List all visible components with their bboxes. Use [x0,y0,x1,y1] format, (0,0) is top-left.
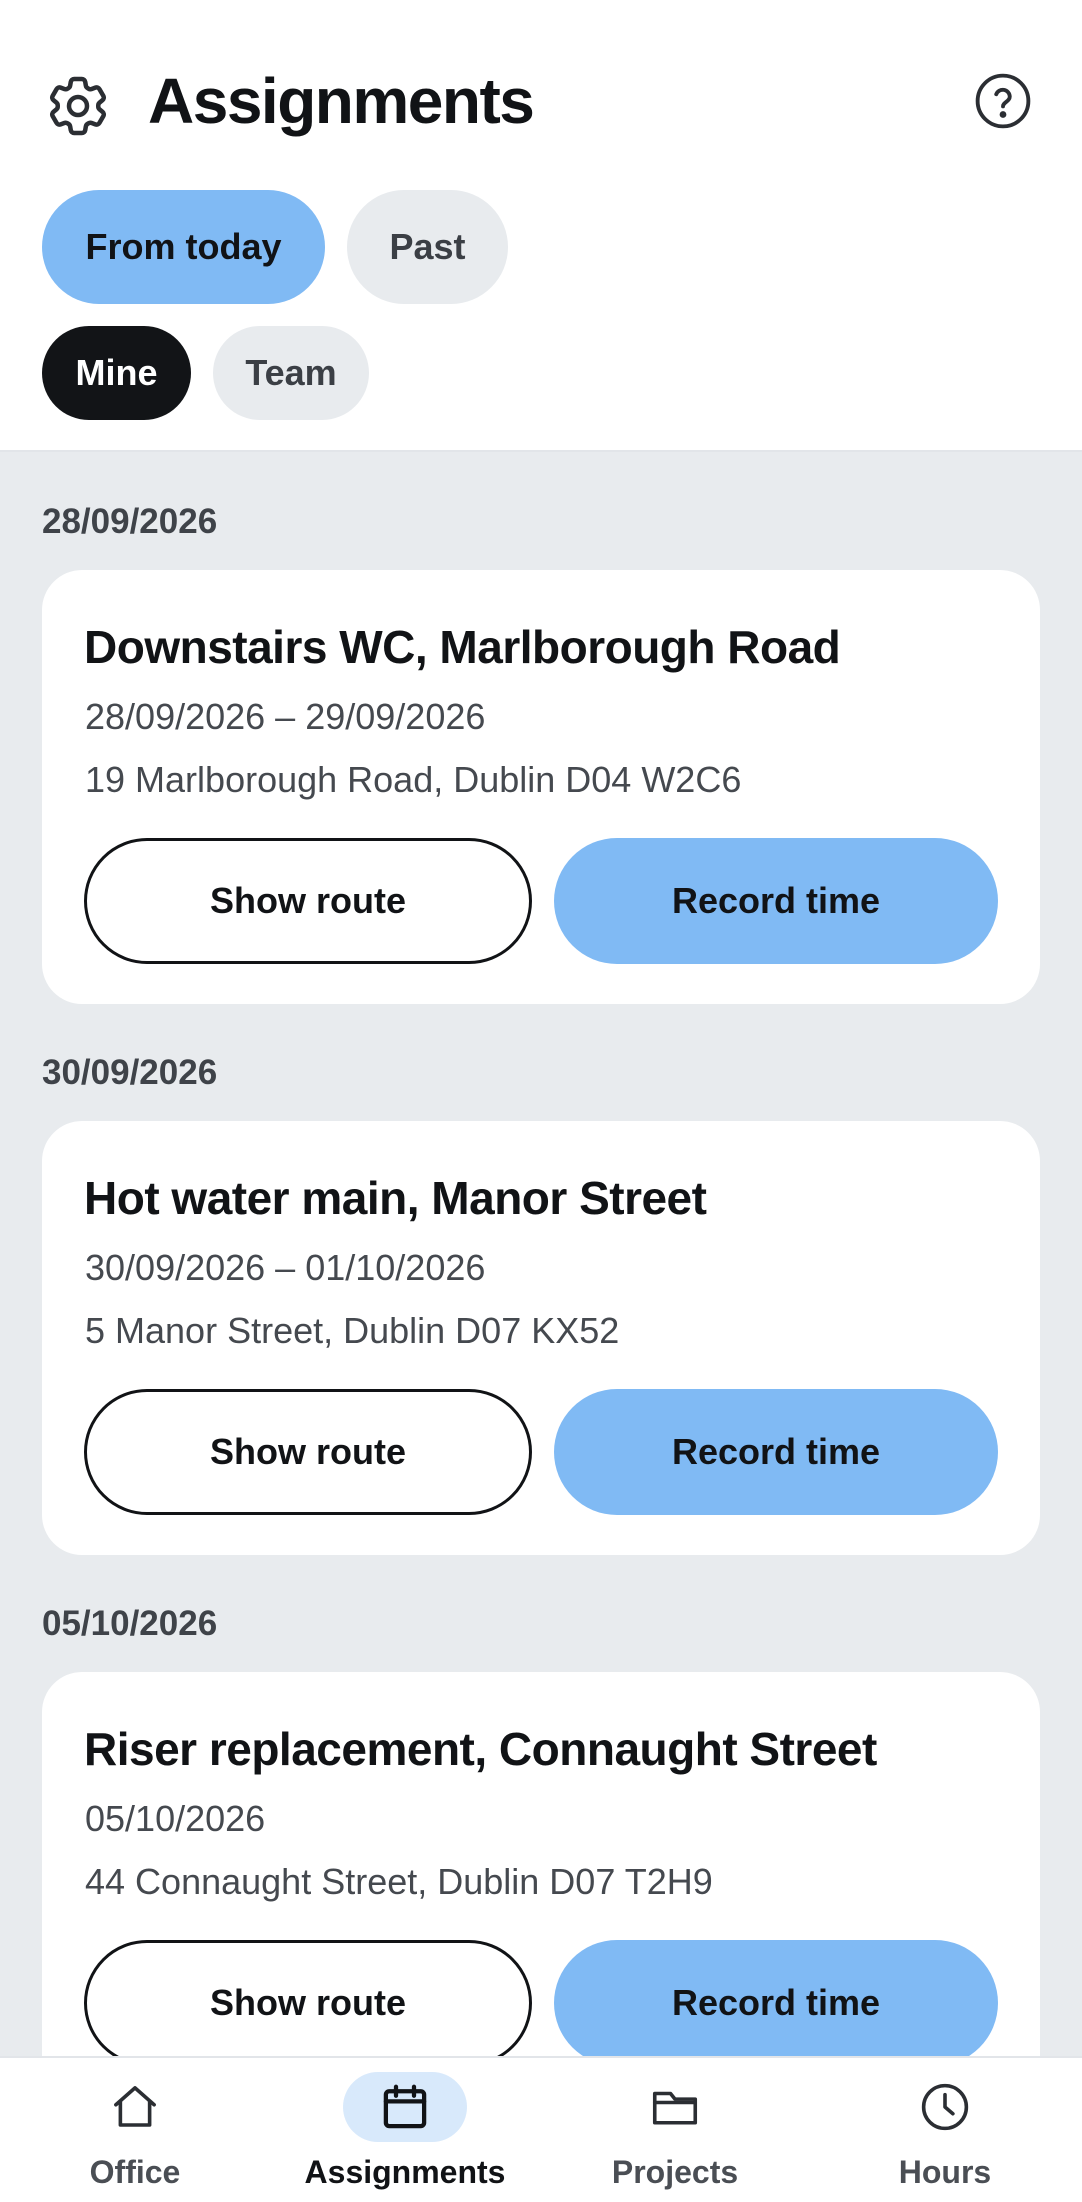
tab-label-hours: Hours [898,2154,992,2190]
calendar-icon [343,2072,467,2142]
tab-office[interactable]: Office [0,2058,270,2202]
filter-chip-past[interactable]: Past [347,190,508,304]
bottom-tab-bar: Office Assignments Projects Hours [0,2056,1082,2202]
tab-label-projects: Projects [611,2154,739,2190]
filter-chip-from-today[interactable]: From today [42,190,325,304]
group-date-header: 05/10/2026 [42,1604,218,1643]
assignment-title: Hot water main, Manor Street [84,1172,707,1224]
folder-icon [613,2072,737,2142]
record-time-button[interactable]: Record time [554,1389,998,1515]
assignment-address: 44 Connaught Street, Dublin D07 T2H9 [85,1861,713,1902]
tab-projects[interactable]: Projects [540,2058,810,2202]
assignment-card[interactable]: Riser replacement, Connaught Street 05/1… [42,1672,1040,2056]
tab-hours[interactable]: Hours [810,2058,1080,2202]
gear-icon[interactable] [42,70,114,142]
assignment-address: 19 Marlborough Road, Dublin D04 W2C6 [85,759,742,800]
show-route-button[interactable]: Show route [84,838,532,964]
assignment-dates: 05/10/2026 [85,1798,266,1839]
assignment-dates: 28/09/2026 – 29/09/2026 [85,696,486,737]
filter-chip-mine[interactable]: Mine [42,326,191,420]
assignment-title: Riser replacement, Connaught Street [84,1723,877,1775]
assignment-dates: 30/09/2026 – 01/10/2026 [85,1247,486,1288]
show-route-button[interactable]: Show route [84,1940,532,2056]
assignment-title: Downstairs WC, Marlborough Road [84,621,841,673]
record-time-button[interactable]: Record time [554,1940,998,2056]
assignment-address: 5 Manor Street, Dublin D07 KX52 [85,1310,620,1351]
assignment-card[interactable]: Hot water main, Manor Street 30/09/2026 … [42,1121,1040,1555]
page-title: Assignments [148,65,535,137]
filter-chip-team[interactable]: Team [213,326,369,420]
help-circle-icon[interactable] [974,72,1032,130]
clock-icon [883,2072,1007,2142]
group-date-header: 30/09/2026 [42,1053,218,1092]
tab-label-assignments: Assignments [304,2154,506,2190]
tab-label-office: Office [89,2154,181,2190]
home-icon [73,2072,197,2142]
app-header: Assignments From today Past Mine Team [0,0,1082,452]
record-time-button[interactable]: Record time [554,838,998,964]
group-date-header: 28/09/2026 [42,502,218,541]
tab-assignments[interactable]: Assignments [270,2058,540,2202]
show-route-button[interactable]: Show route [84,1389,532,1515]
assignment-list[interactable]: 28/09/2026 Downstairs WC, Marlborough Ro… [0,452,1082,2056]
assignment-card[interactable]: Downstairs WC, Marlborough Road 28/09/20… [42,570,1040,1004]
